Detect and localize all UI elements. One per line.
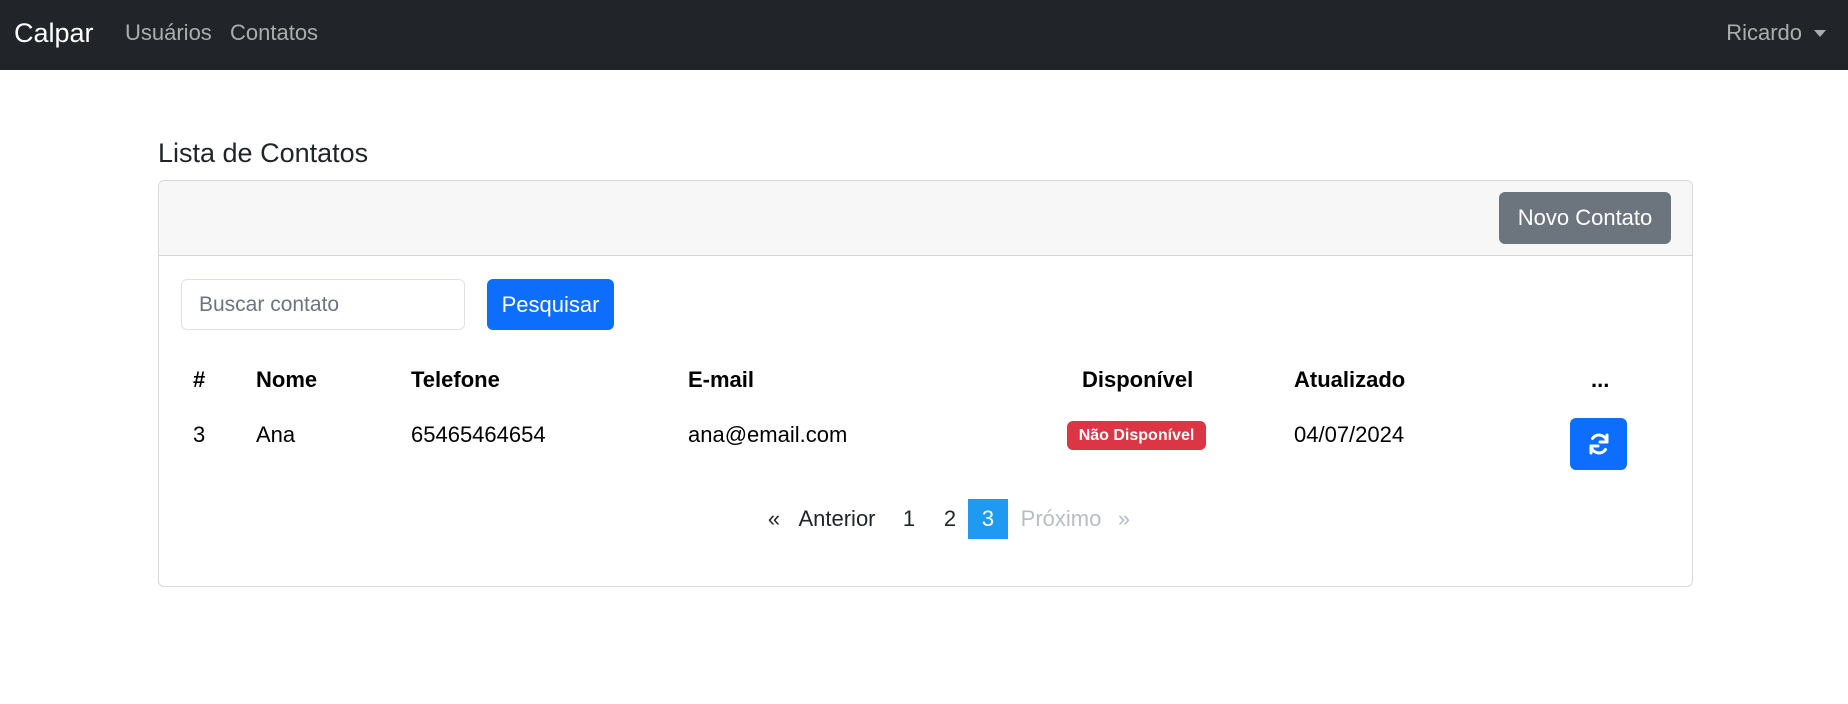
pagination-page-2[interactable]: 2 xyxy=(935,499,965,539)
column-header-atualizado: Atualizado xyxy=(1294,367,1406,392)
column-header-email: E-mail xyxy=(688,367,755,392)
caret-down-icon xyxy=(1814,29,1826,37)
brand-link[interactable]: Calpar xyxy=(14,17,94,49)
pagination-next: Próximo xyxy=(1020,506,1102,531)
search-input[interactable] xyxy=(181,279,465,330)
refresh-icon xyxy=(1589,433,1608,455)
navbar: Calpar Usuários Contatos Ricardo xyxy=(0,0,1848,70)
card-header: Novo Contato xyxy=(159,181,1692,256)
nav-link-contatos[interactable]: Contatos xyxy=(230,20,318,46)
column-header-disponivel: Disponível xyxy=(1082,367,1194,392)
column-header-id: # xyxy=(193,367,206,392)
column-header-nome: Nome xyxy=(256,367,318,392)
pagination-page-3-active[interactable]: 3 xyxy=(968,499,1008,539)
cell-atualizado: 04/07/2024 xyxy=(1294,422,1405,447)
page-title: Lista de Contatos xyxy=(158,138,369,168)
user-dropdown[interactable]: Ricardo xyxy=(1726,20,1826,46)
pagination-next-arrow: » xyxy=(1117,506,1131,531)
user-name: Ricardo xyxy=(1726,20,1802,45)
column-header-actions: ... xyxy=(1591,367,1610,392)
pagination-prev[interactable]: Anterior xyxy=(792,499,882,539)
refresh-button[interactable] xyxy=(1570,418,1627,470)
cell-nome: Ana xyxy=(256,422,296,447)
cell-email: ana@email.com xyxy=(688,422,848,447)
new-contact-button[interactable]: Novo Contato xyxy=(1499,192,1671,244)
nav-link-usuarios[interactable]: Usuários xyxy=(125,20,212,46)
search-button[interactable]: Pesquisar xyxy=(487,279,614,330)
cell-id: 3 xyxy=(193,422,206,447)
column-header-telefone: Telefone xyxy=(411,367,500,392)
status-badge: Não Disponível xyxy=(1067,421,1206,450)
contacts-card: Novo Contato Pesquisar # Nome Telefone E… xyxy=(158,180,1693,587)
cell-telefone: 65465464654 xyxy=(411,422,546,447)
pagination-prev-arrow[interactable]: « xyxy=(763,499,785,539)
pagination-page-1[interactable]: 1 xyxy=(894,499,924,539)
